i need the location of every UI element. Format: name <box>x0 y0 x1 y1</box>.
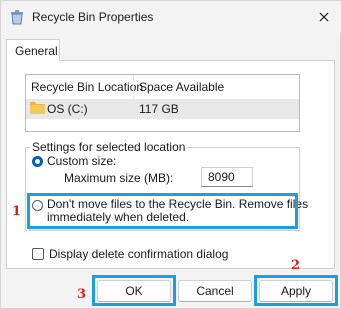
column-header-location[interactable]: Recycle Bin Location <box>31 80 143 94</box>
close-icon <box>319 12 329 22</box>
list-header: Recycle Bin Location Space Available <box>26 75 299 100</box>
tab-general[interactable]: General <box>6 39 60 61</box>
properties-window: Recycle Bin Properties General Recycle B… <box>0 0 341 309</box>
tab-general-label: General <box>15 44 58 58</box>
max-size-input[interactable]: 8090 <box>201 167 253 187</box>
max-size-label: Maximum size (MB): <box>64 171 174 185</box>
confirm-dialog-label[interactable]: Display delete confirmation dialog <box>49 247 228 261</box>
apply-button[interactable]: Apply <box>259 280 333 302</box>
column-header-space[interactable]: Space Available <box>139 80 224 94</box>
ok-button[interactable]: OK <box>97 280 171 302</box>
dont-move-label-line1[interactable]: Don't move files to the Recycle Bin. Rem… <box>47 197 308 211</box>
custom-size-radio[interactable] <box>32 156 43 167</box>
dont-move-radio[interactable] <box>32 200 43 211</box>
annotation-marker-2: 2 <box>291 258 301 273</box>
window-title: Recycle Bin Properties <box>32 10 154 24</box>
space-cell: 117 GB <box>139 102 179 116</box>
column-separator[interactable] <box>133 75 134 99</box>
settings-group-label: Settings for selected location <box>30 140 188 154</box>
custom-size-label[interactable]: Custom size: <box>47 154 116 168</box>
location-list[interactable]: Recycle Bin Location Space Available OS … <box>25 74 300 132</box>
title-bar: Recycle Bin Properties <box>1 1 341 33</box>
dont-move-label-line2[interactable]: immediately when deleted. <box>47 210 189 224</box>
recycle-bin-icon <box>10 9 24 25</box>
list-item-os-c[interactable]: OS (C:) 117 GB <box>26 99 299 119</box>
close-button[interactable] <box>312 5 336 29</box>
cancel-button[interactable]: Cancel <box>178 280 252 302</box>
confirm-dialog-checkbox[interactable] <box>32 248 44 260</box>
folder-icon <box>30 101 45 114</box>
annotation-marker-3: 3 <box>77 287 87 302</box>
annotation-marker-1: 1 <box>12 204 22 219</box>
location-cell: OS (C:) <box>47 102 88 116</box>
